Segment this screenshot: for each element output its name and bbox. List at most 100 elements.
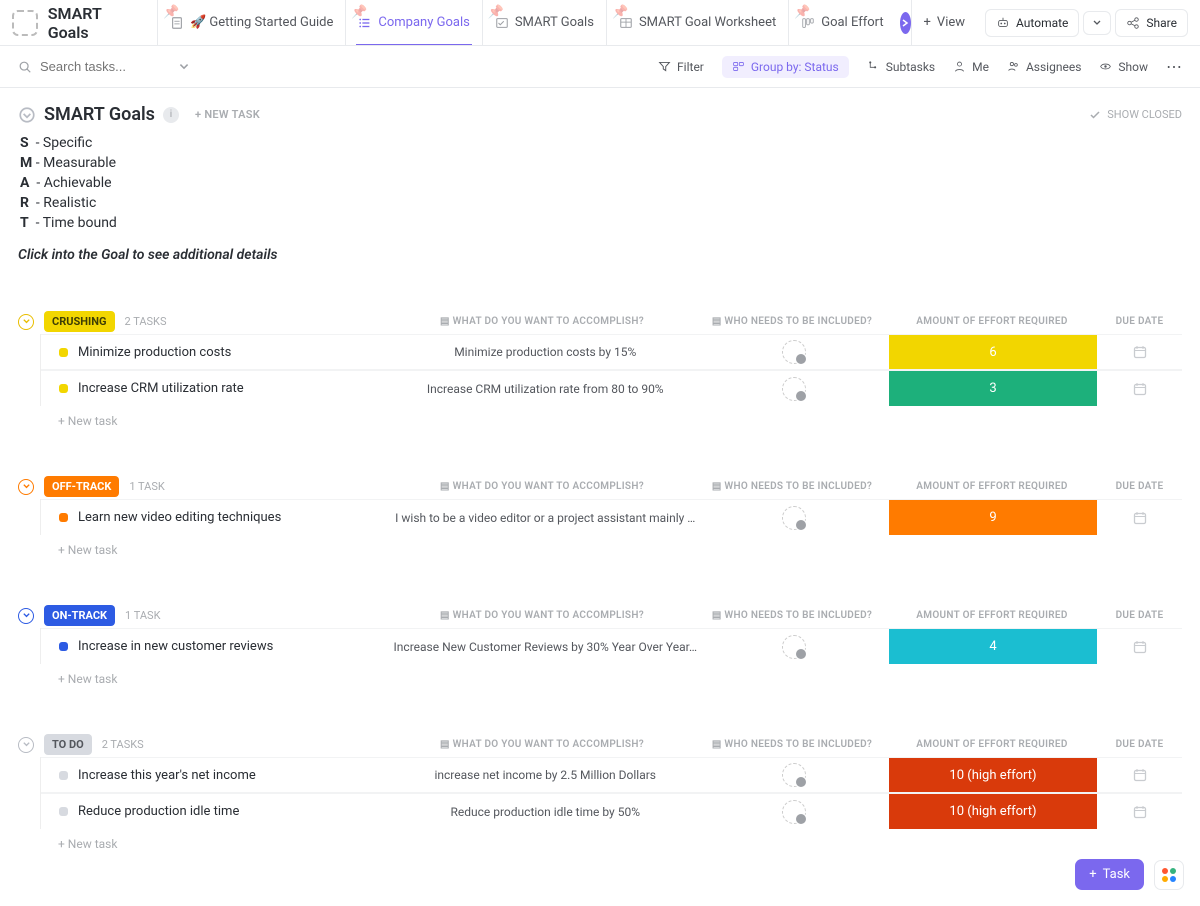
status-badge[interactable]: ON-TRACK bbox=[44, 605, 115, 626]
status-square-icon bbox=[59, 513, 68, 522]
tab-smart-goals[interactable]: 📌 SMART Goals bbox=[482, 0, 606, 45]
automate-dropdown[interactable] bbox=[1083, 11, 1111, 35]
add-due-date-button[interactable] bbox=[1097, 794, 1182, 829]
show-closed-button[interactable]: SHOW CLOSED bbox=[1089, 108, 1182, 121]
task-effort[interactable]: 3 bbox=[889, 371, 1098, 406]
smart-s-letter: S bbox=[20, 135, 29, 151]
assignees-button[interactable]: Assignees bbox=[1007, 60, 1081, 74]
task-row[interactable]: Increase this year's net income increase… bbox=[41, 757, 1182, 793]
smart-m-word: Measurable bbox=[43, 155, 116, 171]
column-header-effort: AMOUNT OF EFFORT REQUIRED bbox=[887, 316, 1097, 327]
smart-r-word: Realistic bbox=[43, 195, 96, 211]
share-button[interactable]: Share bbox=[1115, 9, 1188, 37]
add-assignee-button[interactable] bbox=[782, 340, 806, 364]
pin-icon: 📌 bbox=[351, 5, 359, 13]
more-button[interactable]: ⋯ bbox=[1166, 57, 1182, 76]
add-assignee-button[interactable] bbox=[782, 506, 806, 530]
task-effort[interactable]: 9 bbox=[889, 500, 1098, 535]
add-view-button[interactable]: + View bbox=[911, 0, 978, 45]
tab-worksheet[interactable]: 📌 SMART Goal Worksheet bbox=[606, 0, 788, 45]
new-task-fab[interactable]: + Task bbox=[1075, 859, 1144, 890]
calendar-icon bbox=[1132, 381, 1148, 397]
tab-company-goals[interactable]: 📌 Company Goals bbox=[345, 0, 481, 45]
status-badge[interactable]: TO DO bbox=[44, 734, 92, 755]
task-row[interactable]: Increase CRM utilization rate Increase C… bbox=[41, 370, 1182, 406]
new-task-row[interactable]: + New task bbox=[40, 829, 1182, 851]
collapse-group-icon[interactable] bbox=[18, 737, 34, 753]
task-name: Reduce production idle time bbox=[78, 804, 239, 819]
task-effort[interactable]: 10 (high effort) bbox=[889, 758, 1098, 792]
chevron-down-icon[interactable] bbox=[178, 61, 190, 73]
new-task-row[interactable]: + New task bbox=[40, 664, 1182, 686]
filter-label: Filter bbox=[677, 60, 704, 74]
task-name: Increase CRM utilization rate bbox=[78, 381, 244, 396]
column-header-accomplish: ▤ WHAT DO YOU WANT TO ACCOMPLISH? bbox=[387, 610, 697, 621]
column-header-due: DUE DATE bbox=[1097, 316, 1182, 327]
smart-s-word: Specific bbox=[43, 135, 92, 151]
status-square-icon bbox=[59, 642, 68, 651]
smart-definition: S - Specific M - Measurable A - Achievab… bbox=[20, 135, 1182, 231]
me-button[interactable]: Me bbox=[953, 60, 989, 74]
add-due-date-button[interactable] bbox=[1097, 335, 1182, 369]
status-group: CRUSHING 2 TASKS ▤ WHAT DO YOU WANT TO A… bbox=[40, 311, 1182, 428]
task-row[interactable]: Learn new video editing techniques I wis… bbox=[41, 499, 1182, 535]
new-task-row[interactable]: + New task bbox=[40, 406, 1182, 428]
info-icon[interactable]: i bbox=[163, 107, 179, 123]
group-header: OFF-TRACK 1 TASK ▤ WHAT DO YOU WANT TO A… bbox=[40, 476, 1182, 497]
calendar-icon bbox=[1132, 344, 1148, 360]
status-group: OFF-TRACK 1 TASK ▤ WHAT DO YOU WANT TO A… bbox=[40, 476, 1182, 557]
add-due-date-button[interactable] bbox=[1097, 758, 1182, 792]
new-task-row[interactable]: + New task bbox=[40, 535, 1182, 557]
task-table: Increase in new customer reviews Increas… bbox=[40, 628, 1182, 664]
collapse-icon[interactable] bbox=[18, 106, 36, 124]
add-assignee-button[interactable] bbox=[782, 800, 806, 824]
add-due-date-button[interactable] bbox=[1097, 371, 1182, 406]
task-accomplish: Increase New Customer Reviews by 30% Yea… bbox=[391, 629, 699, 664]
status-badge[interactable]: CRUSHING bbox=[44, 311, 115, 332]
tab-getting-started[interactable]: 📌 🚀 Getting Started Guide bbox=[157, 0, 345, 45]
more-views-button[interactable] bbox=[900, 12, 911, 34]
subtasks-icon bbox=[867, 60, 880, 73]
list-title: SMART Goals bbox=[44, 104, 155, 125]
search-input[interactable] bbox=[18, 59, 208, 74]
column-header-effort: AMOUNT OF EFFORT REQUIRED bbox=[887, 739, 1097, 750]
add-assignee-button[interactable] bbox=[782, 377, 806, 401]
task-row[interactable]: Increase in new customer reviews Increas… bbox=[41, 628, 1182, 664]
calendar-icon bbox=[1132, 639, 1148, 655]
status-group: ON-TRACK 1 TASK ▤ WHAT DO YOU WANT TO AC… bbox=[40, 605, 1182, 686]
assignees-label: Assignees bbox=[1026, 60, 1081, 74]
task-row[interactable]: Minimize production costs Minimize produ… bbox=[41, 334, 1182, 370]
group-by-button[interactable]: Group by: Status bbox=[722, 56, 849, 78]
automate-button[interactable]: Automate bbox=[985, 9, 1079, 37]
task-count: 2 TASKS bbox=[125, 315, 167, 328]
filter-button[interactable]: Filter bbox=[658, 60, 704, 74]
filter-icon bbox=[658, 60, 671, 73]
add-assignee-button[interactable] bbox=[782, 763, 806, 787]
task-table: Minimize production costs Minimize produ… bbox=[40, 334, 1182, 406]
status-badge[interactable]: OFF-TRACK bbox=[44, 476, 119, 497]
task-table: Increase this year's net income increase… bbox=[40, 757, 1182, 829]
add-due-date-button[interactable] bbox=[1097, 500, 1182, 535]
task-accomplish: Increase CRM utilization rate from 80 to… bbox=[391, 371, 699, 406]
task-effort[interactable]: 10 (high effort) bbox=[889, 794, 1098, 829]
collapse-group-icon[interactable] bbox=[18, 314, 34, 330]
task-row[interactable]: Reduce production idle time Reduce produ… bbox=[41, 793, 1182, 829]
add-assignee-button[interactable] bbox=[782, 635, 806, 659]
people-icon bbox=[1007, 60, 1020, 73]
tab-goal-effort[interactable]: 📌 Goal Effort bbox=[788, 0, 895, 45]
group-by-label: Group by: Status bbox=[751, 60, 839, 74]
collapse-group-icon[interactable] bbox=[18, 608, 34, 624]
view-tabs: 📌 🚀 Getting Started Guide 📌 Company Goal… bbox=[157, 0, 977, 45]
column-header-included: ▤ WHO NEEDS TO BE INCLUDED? bbox=[697, 316, 887, 327]
search-field[interactable] bbox=[40, 59, 170, 74]
new-task-button[interactable]: + NEW TASK bbox=[195, 108, 260, 121]
show-button[interactable]: Show bbox=[1099, 60, 1148, 74]
check-icon bbox=[1089, 109, 1101, 121]
subtasks-button[interactable]: Subtasks bbox=[867, 60, 935, 74]
add-due-date-button[interactable] bbox=[1097, 629, 1182, 664]
collapse-group-icon[interactable] bbox=[18, 479, 34, 495]
top-bar: SMART Goals 📌 🚀 Getting Started Guide 📌 … bbox=[0, 0, 1200, 46]
task-effort[interactable]: 6 bbox=[889, 335, 1098, 369]
task-effort[interactable]: 4 bbox=[889, 629, 1098, 664]
apps-button[interactable] bbox=[1154, 860, 1184, 890]
